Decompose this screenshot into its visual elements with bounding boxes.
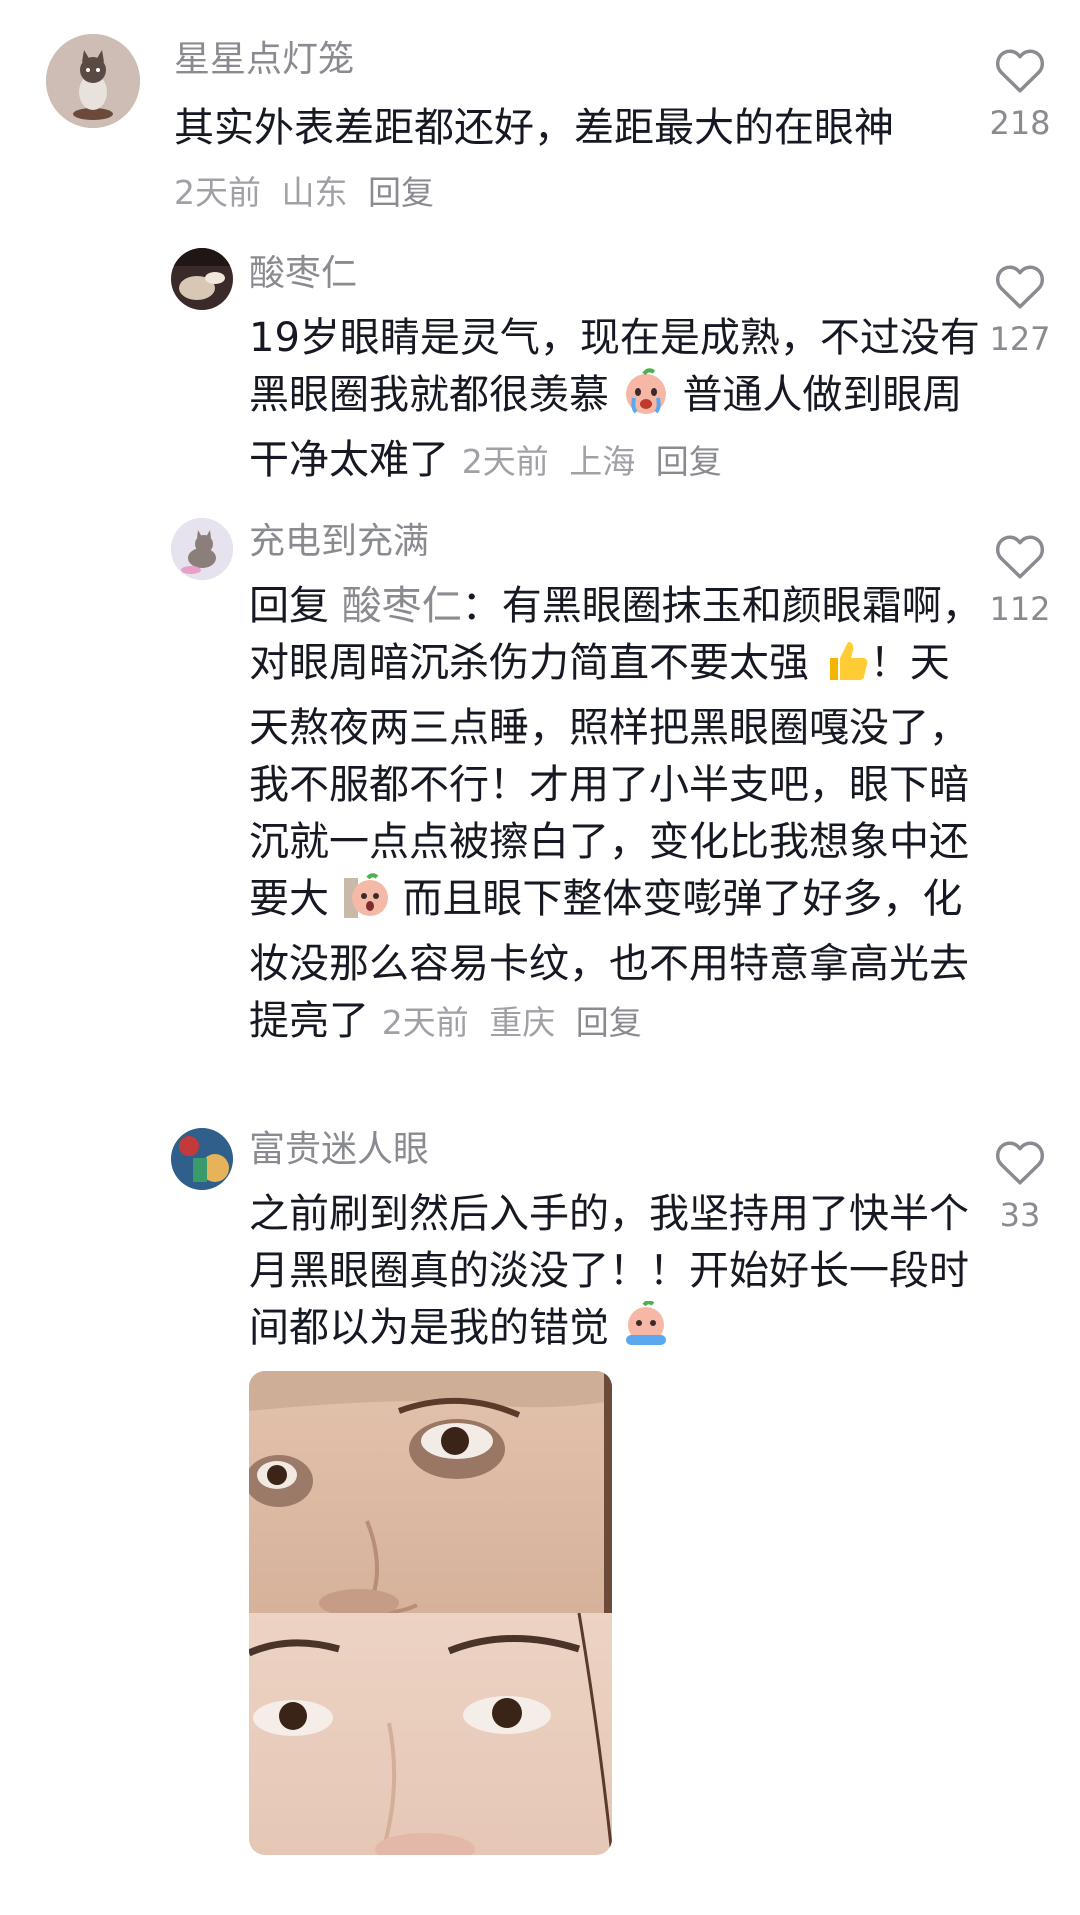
username[interactable]: 星星点灯笼 bbox=[174, 38, 354, 82]
before-eye-photo bbox=[249, 1371, 612, 1613]
cartoon-cat-avatar-icon bbox=[171, 518, 233, 580]
comment-attached-image[interactable] bbox=[249, 1371, 612, 1855]
tearful-peach-emoji-icon bbox=[622, 1300, 670, 1365]
comment-text: 其实外表差距都还好，差距最大的在眼神 bbox=[174, 100, 934, 157]
comment-text: 19岁眼睛是灵气，现在是成熟，不过没有黑眼圈我就都很羡慕 普通人做到眼周干净太难… bbox=[249, 310, 989, 490]
comment-text: 之前刷到然后入手的，我坚持用了快半个月黑眼圈真的淡没了！！开始好长一段时间都以为… bbox=[249, 1186, 989, 1365]
like-button[interactable]: 112 bbox=[980, 532, 1060, 628]
like-button[interactable]: 218 bbox=[980, 46, 1060, 142]
reply-prefix: 回复 bbox=[249, 583, 329, 629]
like-button[interactable]: 127 bbox=[980, 262, 1060, 358]
heart-outline-icon bbox=[995, 535, 1045, 579]
username[interactable]: 充电到充满 bbox=[249, 520, 429, 564]
heart-outline-icon bbox=[995, 1141, 1045, 1185]
comment-text-content: 其实外表差距都还好，差距最大的在眼神 bbox=[174, 105, 894, 151]
avatar[interactable] bbox=[171, 518, 233, 580]
comment-time: 2天前 bbox=[381, 1003, 469, 1042]
comment-location: 重庆 bbox=[489, 1003, 556, 1042]
heart-outline-icon bbox=[995, 265, 1045, 309]
reply-button[interactable]: 回复 bbox=[656, 442, 722, 481]
photo-avatar-icon bbox=[171, 248, 233, 310]
mention-link[interactable]: 酸枣仁 bbox=[342, 583, 462, 629]
reply-button[interactable]: 回复 bbox=[368, 173, 434, 212]
crying-peach-emoji-icon bbox=[622, 368, 670, 432]
avatar[interactable] bbox=[171, 1128, 233, 1190]
avatar[interactable] bbox=[46, 34, 140, 128]
cat-avatar-icon bbox=[46, 34, 140, 128]
shocked-peach-emoji-icon bbox=[342, 872, 390, 936]
comment-text: 回复 酸枣仁：有黑眼圈抹玉和颜眼霜啊，对眼周暗沉杀伤力简直不要太强 ！天天熬夜两… bbox=[249, 578, 989, 1051]
like-count: 33 bbox=[999, 1196, 1041, 1234]
illustration-avatar-icon bbox=[171, 1128, 233, 1190]
comment-time: 2天前 bbox=[174, 173, 261, 212]
comment-time: 2天前 bbox=[461, 442, 549, 481]
after-eye-photo bbox=[249, 1613, 612, 1855]
comment-location: 上海 bbox=[569, 442, 636, 481]
username[interactable]: 富贵迷人眼 bbox=[249, 1128, 429, 1172]
comment-meta: 2天前 重庆 回复 bbox=[382, 1003, 642, 1042]
like-count: 218 bbox=[989, 104, 1051, 142]
comment-meta: 2天前 山东 回复 bbox=[174, 166, 434, 214]
avatar[interactable] bbox=[171, 248, 233, 310]
comment-meta: 2天前 上海 回复 bbox=[462, 442, 722, 481]
like-button[interactable]: 33 bbox=[980, 1138, 1060, 1234]
like-count: 112 bbox=[989, 590, 1051, 628]
comment-location: 山东 bbox=[281, 173, 348, 212]
comment-text-content: 之前刷到然后入手的，我坚持用了快半个月黑眼圈真的淡没了！！开始好长一段时间都以为… bbox=[249, 1191, 969, 1351]
thumbs-up-emoji-icon bbox=[822, 636, 870, 700]
like-count: 127 bbox=[989, 320, 1051, 358]
reply-button[interactable]: 回复 bbox=[576, 1003, 642, 1042]
heart-outline-icon bbox=[995, 49, 1045, 93]
username[interactable]: 酸枣仁 bbox=[249, 252, 357, 296]
